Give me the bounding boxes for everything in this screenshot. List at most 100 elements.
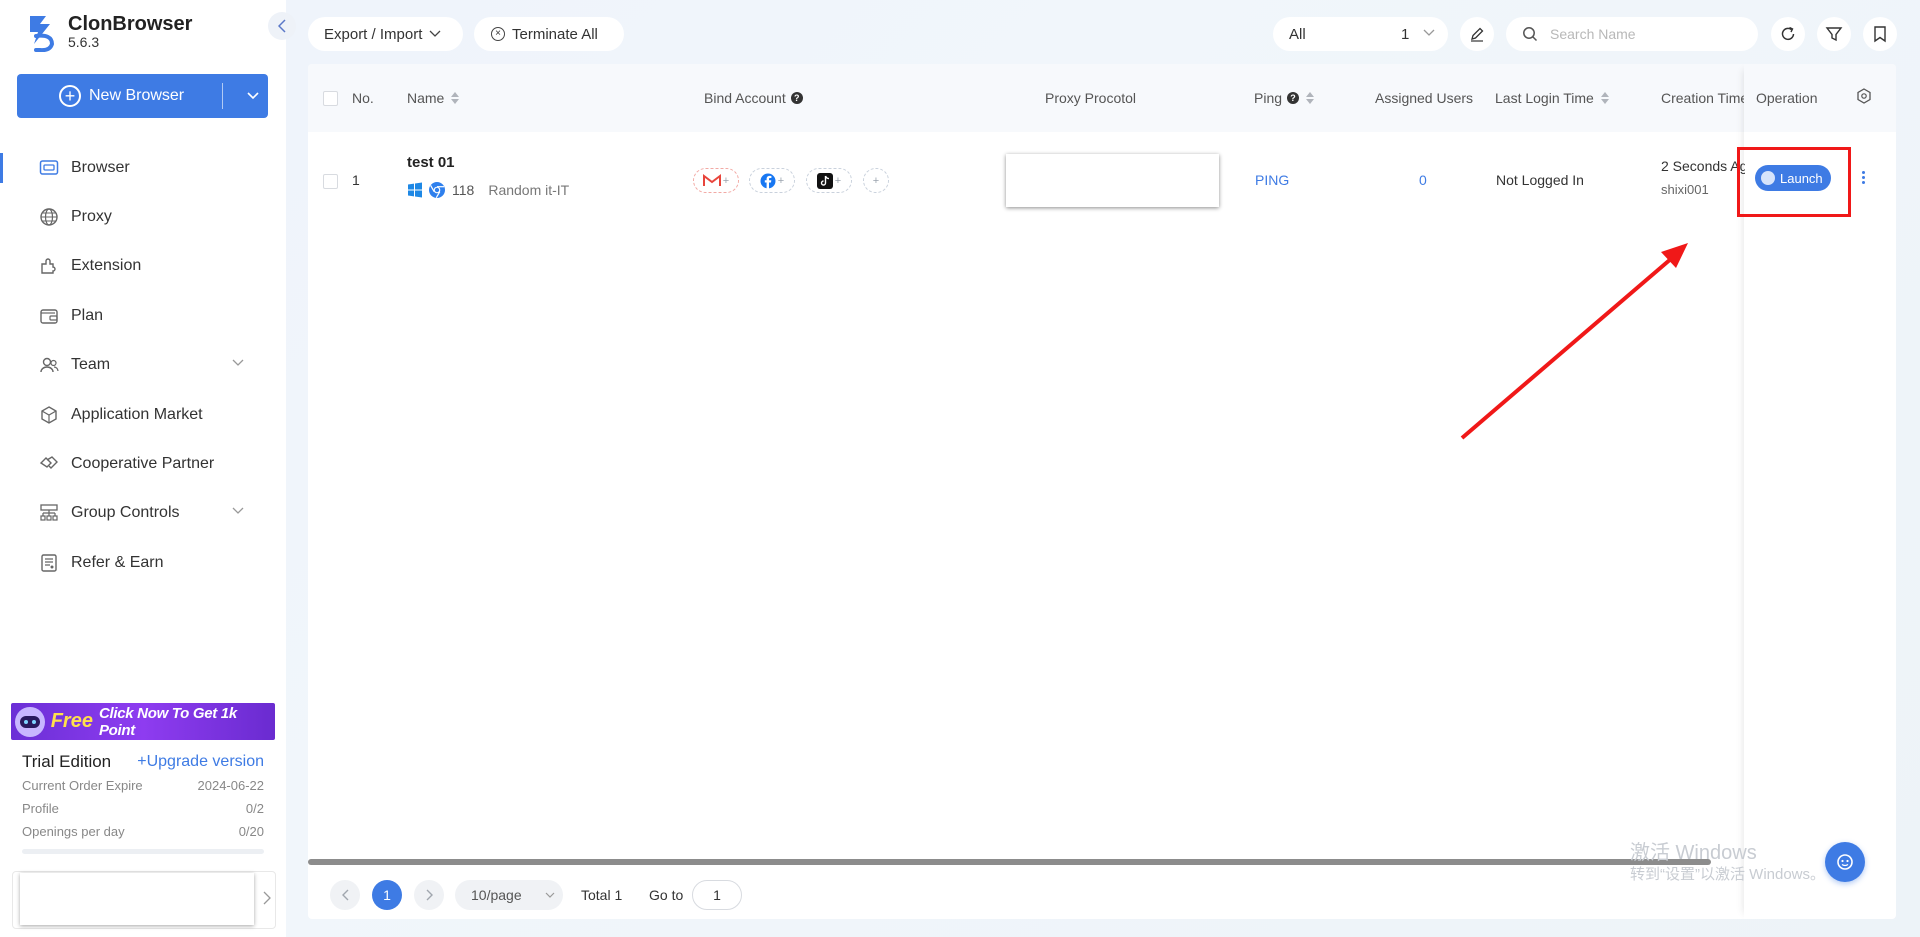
launch-highlight-annotation (1737, 147, 1851, 217)
new-browser-button[interactable]: + New Browser (17, 74, 268, 118)
chevron-down-icon (545, 892, 555, 898)
column-label: Last Login Time (1495, 90, 1594, 106)
search-box[interactable] (1506, 17, 1758, 51)
plan-row-value: 2024-06-22 (197, 778, 265, 793)
redacted-account-info (20, 873, 254, 925)
sidebar-item-group-controls[interactable]: Group Controls (0, 489, 286, 538)
watermark-line2: 转到“设置”以激活 Windows。 (1630, 866, 1826, 883)
profile-locale: Random it-IT (488, 182, 570, 198)
browser-icon (39, 158, 59, 178)
promo-free-text: Free (50, 710, 93, 732)
table-header: No. Name Bind Account ? Proxy Procotol P… (308, 64, 1896, 132)
select-all-checkbox[interactable] (323, 90, 338, 106)
chevron-left-icon (341, 889, 348, 901)
active-indicator (0, 153, 3, 183)
total-count: Total 1 (581, 887, 623, 903)
bind-facebook-button[interactable]: + (749, 168, 795, 193)
column-label: Ping (1254, 90, 1283, 106)
bind-gmail-button[interactable]: + (693, 168, 739, 193)
column-header-name[interactable]: Name (407, 64, 460, 132)
upgrade-link[interactable]: +Upgrade version (137, 753, 264, 771)
filter-icon (1825, 27, 1843, 42)
column-header-proxy: Proxy Procotol (1045, 90, 1137, 106)
sidebar-item-label: Team (71, 356, 111, 374)
chevron-down-icon (1423, 29, 1435, 36)
column-label: Name (407, 90, 445, 106)
sidebar-item-extension[interactable]: Extension (0, 242, 286, 291)
more-actions-icon[interactable] (1862, 171, 1865, 186)
browser-version: 118 (452, 182, 475, 198)
row-number: 1 (352, 172, 360, 188)
page-size-select[interactable]: 10/page (455, 880, 563, 910)
edit-button[interactable] (1460, 17, 1494, 51)
sidebar-item-browser[interactable]: Browser (0, 143, 286, 192)
creation-time: 2 Seconds Ago (1661, 158, 1745, 174)
profile-name[interactable]: test 01 (407, 154, 569, 171)
goto-page-input[interactable]: 1 (692, 880, 742, 910)
sidebar-item-cooperative-partner[interactable]: Cooperative Partner (0, 439, 286, 488)
plan-row: Current Order Expire 2024-06-22 (22, 774, 264, 797)
terminate-all-button[interactable]: × Terminate All (474, 17, 624, 51)
cube-icon (39, 405, 59, 425)
horizontal-scrollbar[interactable] (308, 859, 1711, 865)
bookmark-button[interactable] (1863, 17, 1897, 51)
column-header-bind-account: Bind Account ? (704, 64, 803, 132)
operation-header: Operation (1744, 64, 1896, 132)
sort-icon (451, 92, 460, 104)
group-filter-select[interactable]: All 1 (1273, 17, 1448, 51)
table-row[interactable]: 1 test 01 118 Random it-IT + + + + PING (308, 132, 1896, 232)
close-circle-icon: × (491, 27, 505, 41)
sidebar-item-application-market[interactable]: Application Market (0, 390, 286, 439)
account-card[interactable] (12, 871, 276, 929)
page-number-button[interactable]: 1 (372, 880, 402, 910)
filter-count: 1 (1401, 25, 1410, 43)
receipt-icon (39, 553, 59, 573)
column-header-ping[interactable]: Ping ? (1254, 64, 1315, 132)
sidebar-item-label: Cooperative Partner (71, 455, 215, 473)
bind-more-button[interactable]: + (863, 168, 889, 193)
column-settings-icon[interactable] (1856, 88, 1872, 104)
sidebar-item-team[interactable]: Team (0, 341, 286, 390)
plan-row-value: 0/20 (238, 824, 264, 839)
next-page-button[interactable] (414, 880, 444, 910)
handshake-icon (39, 454, 59, 474)
sidebar-item-proxy[interactable]: Proxy (0, 192, 286, 241)
gmail-icon (702, 174, 721, 186)
goto-label: Go to (649, 887, 684, 903)
refresh-button[interactable] (1771, 17, 1805, 51)
proxy-info-redacted (1006, 154, 1219, 207)
column-label: Bind Account (704, 90, 786, 106)
watermark-line1: 激活 Windows (1630, 842, 1757, 864)
ping-link[interactable]: PING (1255, 172, 1289, 188)
help-icon[interactable]: ? (1287, 92, 1300, 104)
support-icon (1837, 854, 1853, 870)
new-browser-label: New Browser (89, 87, 185, 104)
column-header-assigned-users: Assigned Users (1375, 90, 1474, 106)
export-import-button[interactable]: Export / Import (308, 17, 463, 51)
windows-activation-watermark: 激活 Windows 转到“设置”以激活 Windows。 (1630, 842, 1825, 886)
chevron-down-icon[interactable] (246, 86, 260, 106)
row-checkbox[interactable] (323, 174, 338, 189)
prev-page-button[interactable] (330, 880, 360, 910)
collapse-sidebar-button[interactable] (268, 12, 296, 40)
plan-row-label: Profile (22, 801, 59, 816)
pencil-icon (1471, 27, 1484, 42)
support-chat-button[interactable] (1825, 842, 1865, 882)
chevron-right-icon (263, 891, 271, 905)
bind-tiktok-button[interactable]: + (806, 168, 852, 193)
filter-button[interactable] (1817, 17, 1851, 51)
help-icon[interactable]: ? (790, 92, 803, 104)
app-logo[interactable]: ClonBrowser 5.6.3 (26, 14, 192, 52)
chevron-right-icon (426, 889, 433, 901)
assigned-users-count[interactable]: 0 (1419, 172, 1427, 188)
plan-row: Profile 0/2 (22, 797, 264, 820)
usage-progress-bar (22, 849, 264, 854)
column-header-creation-time: Creation Time (1661, 90, 1749, 106)
column-header-last-login[interactable]: Last Login Time (1495, 64, 1609, 132)
search-input[interactable] (1548, 25, 1752, 43)
plan-row-label: Current Order Expire (22, 778, 143, 793)
sidebar-nav: Browser Proxy Extension Plan Team Applic… (0, 143, 286, 588)
sidebar-item-plan[interactable]: Plan (0, 291, 286, 340)
sidebar-item-refer-earn[interactable]: Refer & Earn (0, 538, 286, 587)
promo-banner[interactable]: Free Click Now To Get 1k Point (11, 703, 275, 740)
